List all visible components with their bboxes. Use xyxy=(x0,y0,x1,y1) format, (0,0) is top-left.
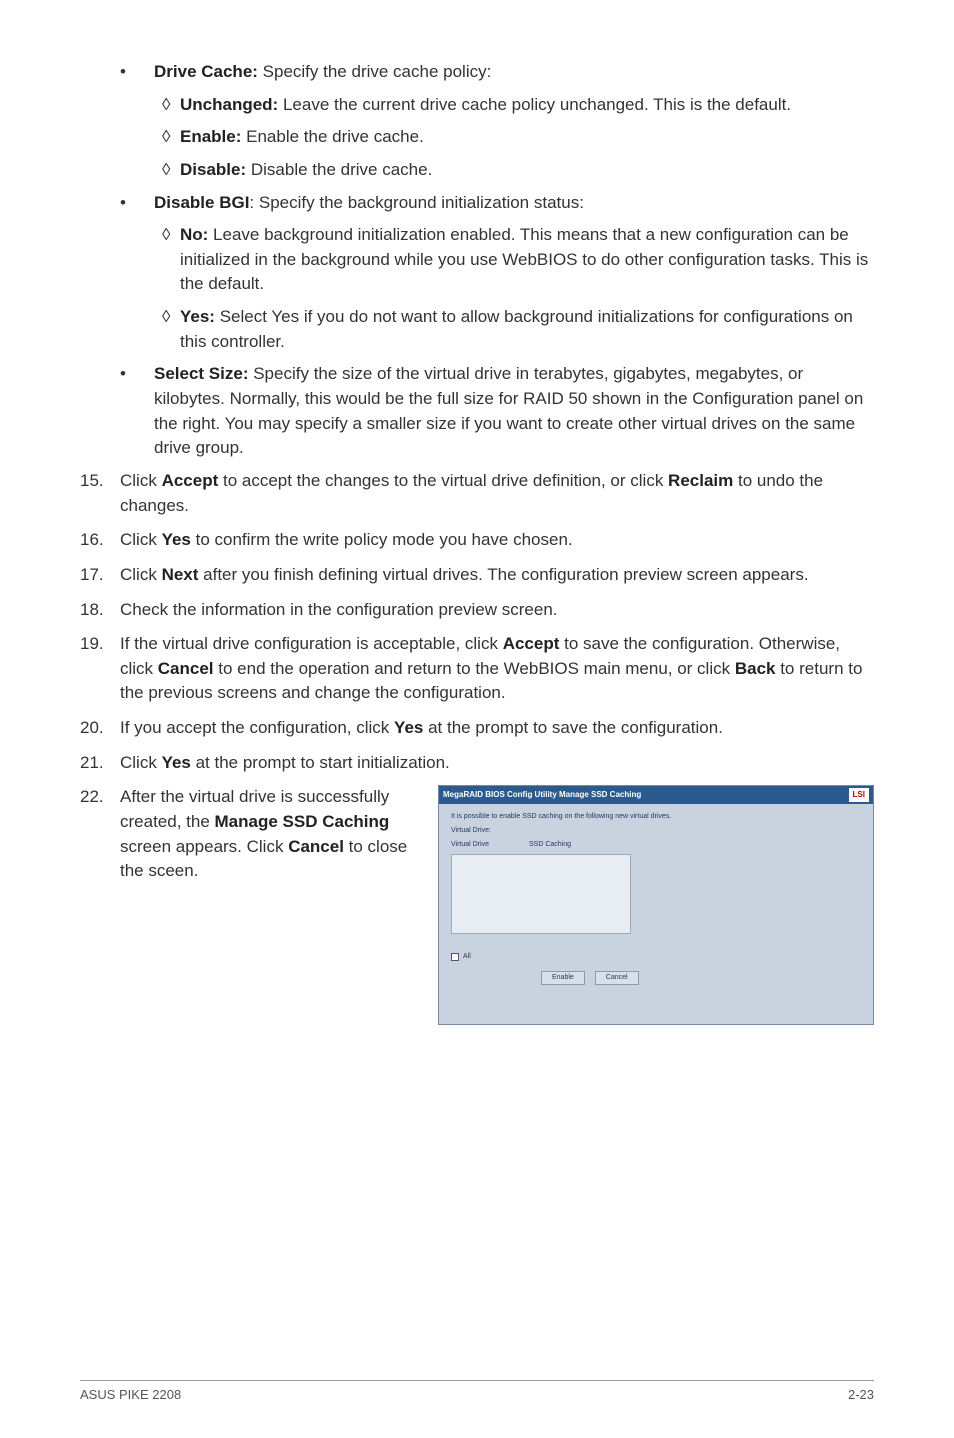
bullet-dot: • xyxy=(120,362,154,461)
step-number: 22. xyxy=(80,785,120,1025)
col-ssd-caching: SSD Caching xyxy=(529,840,571,850)
diamond-icon: ◊ xyxy=(162,93,180,118)
label: Enable: xyxy=(180,127,241,146)
screenshot-title: MegaRAID BIOS Config Utility Manage SSD … xyxy=(443,789,641,801)
footer-left: ASUS PIKE 2208 xyxy=(80,1387,181,1402)
page-footer: ASUS PIKE 2208 2-23 xyxy=(80,1380,874,1402)
bullet-disable-bgi: • Disable BGI: Specify the background in… xyxy=(80,191,874,216)
step-number: 15. xyxy=(80,469,120,518)
all-checkbox-row: All xyxy=(451,952,861,962)
enable-button: Enable xyxy=(541,971,585,985)
step-20: 20. If you accept the configuration, cli… xyxy=(80,716,874,741)
step-number: 19. xyxy=(80,632,120,706)
col-vd-header: Virtual Drive xyxy=(451,840,489,850)
all-label: All xyxy=(463,952,471,962)
step-number: 17. xyxy=(80,563,120,588)
label: Disable: xyxy=(180,160,246,179)
text: Enable the drive cache. xyxy=(241,127,423,146)
text: Leave background initialization enabled.… xyxy=(180,225,868,293)
label: Select Size: xyxy=(154,364,249,383)
text: : Specify the background initialization … xyxy=(249,193,584,212)
bullet-dot: • xyxy=(120,191,154,216)
diamond-icon: ◊ xyxy=(162,223,180,297)
text: Specify the drive cache policy: xyxy=(258,62,491,81)
lsi-logo: LSI xyxy=(849,788,869,802)
label: Unchanged: xyxy=(180,95,278,114)
diamond-icon: ◊ xyxy=(162,125,180,150)
text: Specify the size of the virtual drive in… xyxy=(154,364,863,457)
subbullet-disable: ◊ Disable: Disable the drive cache. xyxy=(80,158,874,183)
step-18: 18. Check the information in the configu… xyxy=(80,598,874,623)
text: Disable the drive cache. xyxy=(246,160,432,179)
page-content: • Drive Cache: Specify the drive cache p… xyxy=(80,60,874,1025)
step-15: 15. Click Accept to accept the changes t… xyxy=(80,469,874,518)
step-21: 21. Click Yes at the prompt to start ini… xyxy=(80,751,874,776)
col-virtual-drive: Virtual Drive: xyxy=(451,826,491,836)
step-number: 18. xyxy=(80,598,120,623)
diamond-icon: ◊ xyxy=(162,158,180,183)
checkbox-icon xyxy=(451,953,459,961)
bullet-dot: • xyxy=(120,60,154,85)
subbullet-no: ◊ No: Leave background initialization en… xyxy=(80,223,874,297)
text: Select Yes if you do not want to allow b… xyxy=(180,307,853,351)
label: Drive Cache: xyxy=(154,62,258,81)
label: Disable BGI xyxy=(154,193,249,212)
label: Yes: xyxy=(180,307,215,326)
bullet-drive-cache: • Drive Cache: Specify the drive cache p… xyxy=(80,60,874,85)
step-number: 20. xyxy=(80,716,120,741)
subbullet-yes: ◊ Yes: Select Yes if you do not want to … xyxy=(80,305,874,354)
step-number: 21. xyxy=(80,751,120,776)
screenshot-message: It is possible to enable SSD caching on … xyxy=(451,812,861,822)
label: No: xyxy=(180,225,208,244)
step-16: 16. Click Yes to confirm the write polic… xyxy=(80,528,874,553)
cancel-button: Cancel xyxy=(595,971,639,985)
step-17: 17. Click Next after you finish defining… xyxy=(80,563,874,588)
footer-right: 2-23 xyxy=(848,1387,874,1402)
step-19: 19. If the virtual drive configuration i… xyxy=(80,632,874,706)
text: Leave the current drive cache policy unc… xyxy=(278,95,791,114)
diamond-icon: ◊ xyxy=(162,305,180,354)
subbullet-enable: ◊ Enable: Enable the drive cache. xyxy=(80,125,874,150)
subbullet-unchanged: ◊ Unchanged: Leave the current drive cac… xyxy=(80,93,874,118)
step-22: 22. After the virtual drive is successfu… xyxy=(80,785,874,1025)
screenshot-listbox xyxy=(451,854,631,934)
screenshot-titlebar: MegaRAID BIOS Config Utility Manage SSD … xyxy=(439,786,873,804)
ssd-caching-screenshot: MegaRAID BIOS Config Utility Manage SSD … xyxy=(438,785,874,1025)
bullet-select-size: • Select Size: Specify the size of the v… xyxy=(80,362,874,461)
step-number: 16. xyxy=(80,528,120,553)
